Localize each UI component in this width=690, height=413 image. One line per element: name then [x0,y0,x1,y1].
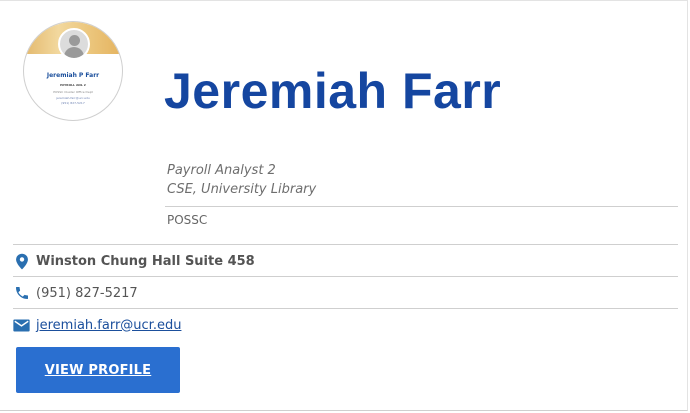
job-title: Payroll Analyst 2 [167,163,276,178]
divider [13,308,678,309]
avatar-email: jeremiah.farr@ucr.edu [56,96,90,100]
phone-text: (951) 827-5217 [36,285,138,301]
department: CSE, University Library [167,182,317,197]
divider [13,244,678,245]
map-pin-icon [13,253,30,270]
avatar-department: POSSC Cluster Office Dept [53,90,93,94]
phone-icon [13,285,30,302]
email-row: jeremiah.farr@ucr.edu [13,314,181,336]
envelope-icon [13,317,30,334]
avatar-title: PAYROLL ANL 2 [60,83,86,87]
avatar: Jeremiah P Farr PAYROLL ANL 2 POSSC Clus… [23,21,123,121]
avatar-name: Jeremiah P Farr [46,72,100,79]
organization: POSSC [167,213,208,227]
view-profile-button[interactable]: VIEW PROFILE [16,347,180,393]
phone-row: (951) 827-5217 [13,282,138,304]
divider [165,206,678,207]
location-text: Winston Chung Hall Suite 458 [36,253,255,269]
divider [13,276,678,277]
avatar-phone: (951) 827-5217 [61,101,85,105]
profile-card: Jeremiah P Farr PAYROLL ANL 2 POSSC Clus… [0,0,688,411]
avatar-placeholder-icon [58,28,90,60]
person-name: Jeremiah Farr [164,63,502,119]
location-row: Winston Chung Hall Suite 458 [13,250,255,272]
email-link[interactable]: jeremiah.farr@ucr.edu [36,318,181,333]
